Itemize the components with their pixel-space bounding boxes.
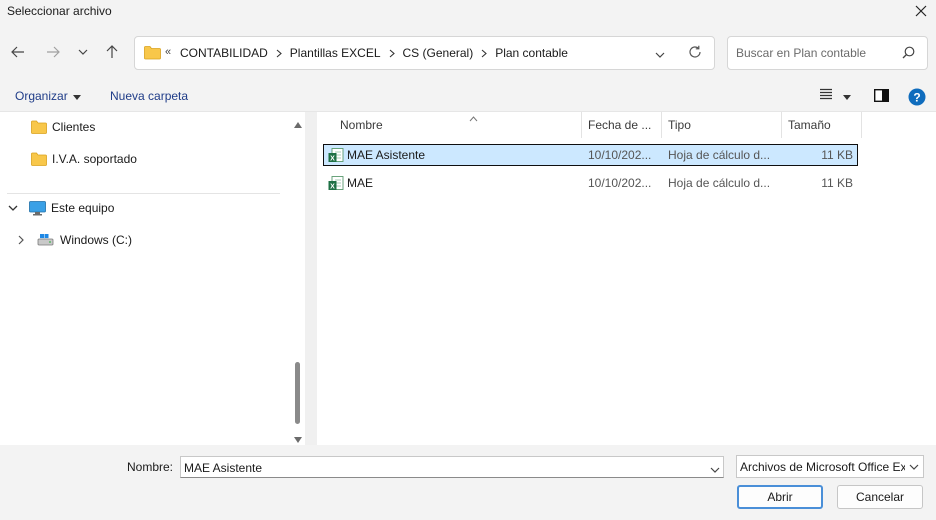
organizar-label: Organizar (15, 89, 68, 103)
excel-file-icon: X (328, 176, 344, 194)
column-label: Fecha de ... (588, 118, 652, 132)
column-header-tipo[interactable]: Tipo (662, 112, 782, 138)
file-type-value: Archivos de Microsoft Office Excel (740, 460, 922, 474)
abrir-button[interactable]: Abrir (737, 485, 823, 509)
organizar-button[interactable]: Organizar (15, 89, 81, 103)
nav-item-iva-soportado[interactable]: I.V.A. soportado (31, 148, 137, 170)
title-bar: Seleccionar archivo (0, 0, 936, 24)
column-header-tamano[interactable]: Tamaño (782, 112, 862, 138)
file-type: Hoja de cálculo d... (668, 148, 771, 162)
caret-down-icon (843, 89, 851, 103)
breadcrumb-item-contabilidad[interactable]: CONTABILIDAD (180, 46, 268, 60)
nav-divider (7, 193, 280, 194)
chevron-right-icon[interactable] (389, 49, 395, 58)
file-date: 10/10/202... (588, 176, 652, 190)
chevron-right-icon[interactable] (276, 49, 282, 58)
navigation-pane: Clientes I.V.A. soportado Este equipo Wi… (0, 112, 291, 445)
column-label: Tipo (668, 118, 691, 132)
back-arrow-icon[interactable] (7, 42, 29, 62)
cancelar-button[interactable]: Cancelar (837, 485, 923, 509)
chevron-down-icon[interactable] (8, 205, 18, 211)
file-name-label: Nombre: (127, 460, 174, 474)
preview-pane-icon[interactable] (873, 88, 890, 105)
nav-item-clientes[interactable]: Clientes (31, 116, 95, 138)
folder-icon (31, 152, 47, 166)
view-options-button[interactable] (819, 88, 851, 103)
details-view-icon (819, 88, 833, 103)
svg-text:X: X (330, 156, 335, 163)
excel-file-icon: X (328, 148, 344, 166)
sort-ascending-icon (469, 111, 478, 125)
nav-scrollbar[interactable] (291, 112, 305, 445)
scrollbar-thumb[interactable] (295, 362, 300, 424)
chevron-right-icon[interactable] (18, 235, 24, 245)
folder-icon (31, 120, 47, 134)
address-bar[interactable]: « CONTABILIDAD Plantillas EXCEL CS (Gene… (134, 36, 715, 70)
breadcrumb-item-cs-general[interactable]: CS (General) (403, 46, 474, 60)
chevron-down-icon[interactable] (655, 47, 665, 61)
nav-item-label: Windows (C:) (60, 233, 133, 247)
chevron-down-icon[interactable] (905, 456, 923, 477)
file-name-field[interactable]: MAE Asistente (180, 456, 724, 478)
scroll-down-arrow-icon[interactable] (294, 432, 302, 446)
search-icon[interactable] (902, 46, 915, 62)
computer-icon (29, 200, 46, 216)
file-name: MAE Asistente (347, 148, 426, 162)
search-placeholder: Buscar en Plan contable (736, 46, 867, 60)
column-header-fecha[interactable]: Fecha de ... (582, 112, 662, 138)
file-row[interactable]: X MAE Asistente 10/10/202... Hoja de cál… (323, 144, 858, 166)
column-header-nombre[interactable]: Nombre (334, 112, 582, 138)
file-size: 11 KB (821, 176, 853, 190)
nav-item-este-equipo[interactable]: Este equipo (8, 197, 114, 219)
nav-item-label: I.V.A. soportado (52, 152, 137, 166)
drive-icon (37, 233, 54, 247)
refresh-icon[interactable] (688, 45, 702, 62)
file-size: 11 KB (821, 148, 853, 162)
svg-text:X: X (330, 184, 335, 191)
nueva-carpeta-button[interactable]: Nueva carpeta (110, 89, 188, 103)
address-row: « CONTABILIDAD Plantillas EXCEL CS (Gene… (0, 24, 936, 82)
file-name-value[interactable]: MAE Asistente (184, 461, 262, 475)
file-name: MAE (347, 176, 374, 190)
file-row[interactable]: X MAE 10/10/202... Hoja de cálculo d... … (323, 172, 858, 194)
folder-icon (144, 45, 161, 63)
chevron-right-icon[interactable] (481, 49, 488, 58)
breadcrumb-overflow[interactable]: « (165, 46, 171, 58)
nav-item-label: Clientes (52, 120, 96, 134)
dialog-footer: Nombre: MAE Asistente Archivos de Micros… (0, 445, 936, 520)
breadcrumb: CONTABILIDAD Plantillas EXCEL CS (Genera… (180, 46, 568, 60)
close-icon[interactable] (910, 1, 932, 21)
file-list: Nombre Fecha de ... Tipo Tamaño X MAE As… (317, 112, 936, 445)
nav-item-windows-c[interactable]: Windows (C:) (18, 229, 132, 251)
file-date: 10/10/202... (588, 148, 652, 162)
column-label: Nombre (340, 118, 383, 132)
help-icon[interactable]: ? (908, 88, 926, 109)
pane-splitter[interactable] (305, 112, 317, 445)
svg-text:?: ? (913, 90, 920, 104)
window-title: Seleccionar archivo (7, 4, 112, 18)
up-arrow-icon[interactable] (101, 42, 123, 62)
recent-locations-chevron-icon[interactable] (72, 42, 94, 62)
file-type-select[interactable]: Archivos de Microsoft Office Excel (736, 455, 924, 478)
file-type: Hoja de cálculo d... (668, 176, 771, 190)
caret-down-icon (72, 89, 81, 103)
chevron-down-icon[interactable] (710, 462, 720, 476)
scroll-up-arrow-icon[interactable] (294, 117, 302, 131)
command-toolbar: Organizar Nueva carpeta ? (0, 82, 936, 112)
breadcrumb-item-plan-contable[interactable]: Plan contable (495, 46, 568, 60)
forward-arrow-icon[interactable] (42, 42, 64, 62)
breadcrumb-item-plantillas-excel[interactable]: Plantillas EXCEL (290, 46, 381, 60)
column-label: Tamaño (788, 118, 831, 132)
nav-item-label: Este equipo (51, 201, 115, 215)
search-input[interactable]: Buscar en Plan contable (727, 36, 928, 70)
